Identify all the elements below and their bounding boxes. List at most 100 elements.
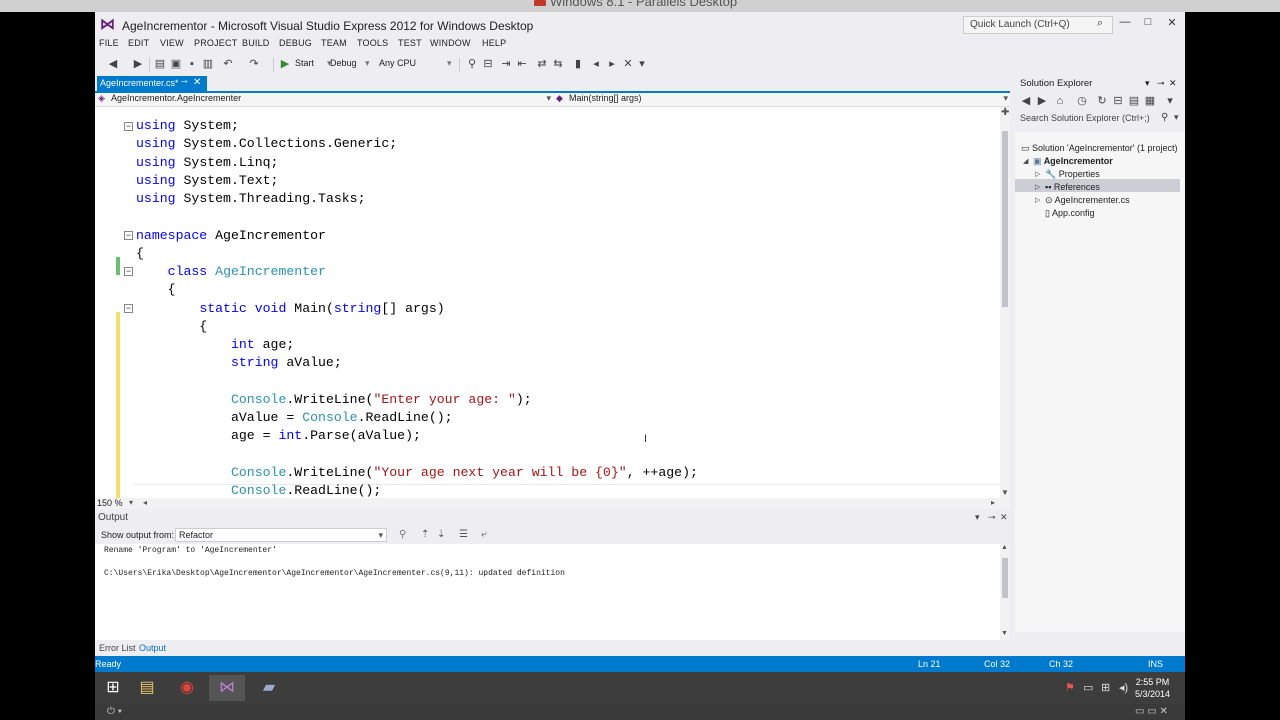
scroll-down-icon[interactable]: ▼ bbox=[1001, 630, 1008, 637]
code-line[interactable]: using System.Threading.Tasks; bbox=[136, 190, 366, 208]
menu-team[interactable]: TEAM bbox=[321, 38, 347, 48]
visual-studio-taskbar-icon[interactable]: ⋈ bbox=[209, 675, 245, 701]
code-text-area[interactable]: − − − − using System; using System.Collec… bbox=[95, 107, 1000, 498]
format-icon[interactable]: ⇄ bbox=[535, 57, 549, 71]
menu-file[interactable]: FILE bbox=[99, 38, 119, 48]
home-icon[interactable]: ⌂ bbox=[1053, 94, 1067, 108]
zoom-dropdown-icon[interactable]: ▾ bbox=[129, 498, 133, 507]
close-button[interactable]: ✕ bbox=[1162, 16, 1182, 32]
chrome-icon[interactable]: ◉ bbox=[169, 675, 205, 701]
tree-item-agelncrementer-cs[interactable]: ⊙ AgeIncrementer.cs bbox=[1045, 195, 1130, 206]
code-line[interactable]: class AgeIncrementer bbox=[136, 263, 326, 281]
back-icon[interactable]: ◀ bbox=[106, 57, 120, 71]
show-all-files-icon[interactable]: ▤ bbox=[1127, 94, 1141, 108]
search-icon[interactable]: ⚲ bbox=[1161, 112, 1168, 123]
save-all-icon[interactable]: ▥ bbox=[201, 57, 215, 71]
collapsed-arrow-icon[interactable]: ▷ bbox=[1035, 170, 1040, 178]
panel-dropdown-icon[interactable]: ▾ bbox=[975, 512, 980, 523]
taskbar-clock[interactable]: 2:55 PM 5/3/2014 bbox=[1135, 676, 1170, 700]
uncomment-icon[interactable]: ⇆ bbox=[551, 57, 565, 71]
app-taskbar-icon[interactable]: ▰ bbox=[251, 675, 287, 701]
code-line[interactable]: string aValue; bbox=[136, 354, 342, 372]
menu-view[interactable]: VIEW bbox=[160, 38, 184, 48]
clear-all-icon[interactable]: ☰ bbox=[459, 529, 468, 540]
tree-item-solution[interactable]: ▭ Solution 'AgeIncrementor' (1 project) bbox=[1021, 143, 1178, 154]
close-icon[interactable]: ✕ bbox=[1169, 78, 1177, 89]
tab-error-list[interactable]: Error List bbox=[99, 643, 136, 653]
minimize-button[interactable]: — bbox=[1115, 16, 1135, 32]
panel-dropdown-icon[interactable]: ▾ bbox=[1145, 78, 1150, 89]
code-line[interactable]: { bbox=[136, 318, 207, 336]
find-message-icon[interactable]: ⚲ bbox=[399, 529, 406, 540]
tree-item-app-config[interactable]: ▯ App.config bbox=[1045, 208, 1095, 219]
code-line[interactable]: Console.WriteLine("Enter your age: "); bbox=[136, 391, 532, 409]
expand-arrow-icon[interactable]: ◢ bbox=[1023, 157, 1028, 165]
menu-edit[interactable]: EDIT bbox=[128, 38, 149, 48]
indent-icon[interactable]: ⇥ bbox=[499, 57, 513, 71]
start-play-icon[interactable]: ▶ bbox=[278, 57, 292, 71]
find-icon[interactable]: ⚲ bbox=[465, 57, 479, 71]
configuration-dropdown-icon[interactable]: ▾ bbox=[363, 58, 370, 72]
outline-collapse-icon[interactable]: − bbox=[124, 122, 133, 131]
forward-icon[interactable]: ▶ bbox=[1035, 94, 1049, 108]
outline-collapse-icon[interactable]: − bbox=[124, 267, 133, 276]
output-source-select[interactable]: Refactor ▾ bbox=[175, 528, 387, 542]
close-icon[interactable]: ✕ bbox=[1000, 512, 1008, 523]
code-line[interactable]: namespace AgeIncrementor bbox=[136, 227, 326, 245]
collapsed-arrow-icon[interactable]: ▷ bbox=[1035, 196, 1040, 204]
scrollbar-thumb[interactable] bbox=[1002, 558, 1008, 598]
forward-icon[interactable]: ▶ bbox=[131, 57, 145, 71]
code-line[interactable]: using System.Collections.Generic; bbox=[136, 135, 397, 153]
pin-icon[interactable]: ⊸ bbox=[988, 512, 996, 523]
tree-item-project[interactable]: ▣ AgeIncrementor bbox=[1033, 156, 1113, 167]
tree-item-references[interactable]: ▪▪ References bbox=[1045, 182, 1100, 192]
code-line[interactable]: using System; bbox=[136, 117, 239, 135]
menu-help[interactable]: HELP bbox=[482, 38, 506, 48]
flag-icon[interactable]: ⚑ bbox=[1065, 681, 1075, 694]
file-explorer-icon[interactable]: ▤ bbox=[129, 675, 165, 701]
menu-window[interactable]: WINDOW bbox=[430, 38, 471, 48]
platform-dropdown-icon[interactable]: ▾ bbox=[445, 58, 452, 72]
windows-start-icon[interactable]: ⊞ bbox=[95, 675, 131, 701]
tab-output[interactable]: Output bbox=[139, 643, 166, 653]
code-line[interactable]: { bbox=[136, 245, 144, 263]
scroll-up-icon[interactable]: ▲ bbox=[1001, 544, 1008, 551]
code-line[interactable]: using System.Text; bbox=[136, 172, 278, 190]
bookmark-icon[interactable]: ▮ bbox=[571, 57, 585, 71]
code-editor[interactable]: − − − − using System; using System.Collec… bbox=[95, 107, 1010, 498]
network-icon[interactable]: ⊞ bbox=[1101, 681, 1110, 694]
comment-icon[interactable]: ⊟ bbox=[481, 57, 495, 71]
previous-message-icon[interactable]: ⇡ bbox=[421, 529, 429, 540]
undo-icon[interactable]: ↶ bbox=[221, 57, 235, 71]
class-navigation-dropdown[interactable]: ◈ AgeIncrementor.AgeIncrementer ▾ bbox=[97, 93, 553, 106]
search-icon[interactable]: ⌕ bbox=[1097, 17, 1103, 30]
code-line[interactable]: using System.Linq; bbox=[136, 154, 278, 172]
configuration-select[interactable]: Debug bbox=[328, 58, 368, 72]
code-line[interactable]: Console.ReadLine(); bbox=[136, 482, 381, 498]
code-line[interactable]: { bbox=[136, 281, 176, 299]
properties-icon[interactable]: ▦ bbox=[1143, 94, 1157, 108]
scrollbar-thumb[interactable] bbox=[1002, 131, 1008, 307]
toolbar-options-icon[interactable]: ▾ bbox=[1163, 94, 1177, 108]
start-button[interactable]: Start bbox=[293, 58, 314, 72]
document-tab[interactable]: AgeIncrementer.cs* ⊸ ✕ bbox=[97, 76, 207, 91]
code-line[interactable]: static void Main(string[] args) bbox=[136, 300, 444, 318]
prev-bookmark-icon[interactable]: ◂ bbox=[589, 57, 603, 71]
quick-launch-input[interactable]: Quick Launch (Ctrl+Q) bbox=[963, 16, 1113, 34]
maximize-button[interactable]: □ bbox=[1138, 16, 1158, 32]
scroll-right-icon[interactable]: ▸ bbox=[991, 498, 995, 507]
menu-project[interactable]: PROJECT bbox=[194, 38, 237, 48]
chevron-down-icon[interactable]: ▾ bbox=[1174, 112, 1179, 123]
next-bookmark-icon[interactable]: ▸ bbox=[605, 57, 619, 71]
open-file-icon[interactable]: ▣ bbox=[169, 57, 183, 71]
next-message-icon[interactable]: ⇣ bbox=[437, 529, 445, 540]
code-line[interactable]: age = int.Parse(aValue); bbox=[136, 427, 421, 445]
scroll-down-icon[interactable]: ▼ bbox=[1001, 488, 1009, 497]
tree-item-properties[interactable]: 🔧 Properties bbox=[1045, 169, 1100, 180]
split-editor-icon[interactable]: ✚ bbox=[1001, 107, 1009, 118]
collapse-all-icon[interactable]: ⊟ bbox=[1111, 94, 1125, 108]
word-wrap-icon[interactable]: ⤶ bbox=[481, 529, 487, 540]
save-icon[interactable]: ▪ bbox=[185, 57, 199, 71]
code-line[interactable]: int age; bbox=[136, 336, 294, 354]
output-text-area[interactable]: Rename 'Program' to 'AgeIncrementer' C:\… bbox=[95, 544, 1010, 640]
